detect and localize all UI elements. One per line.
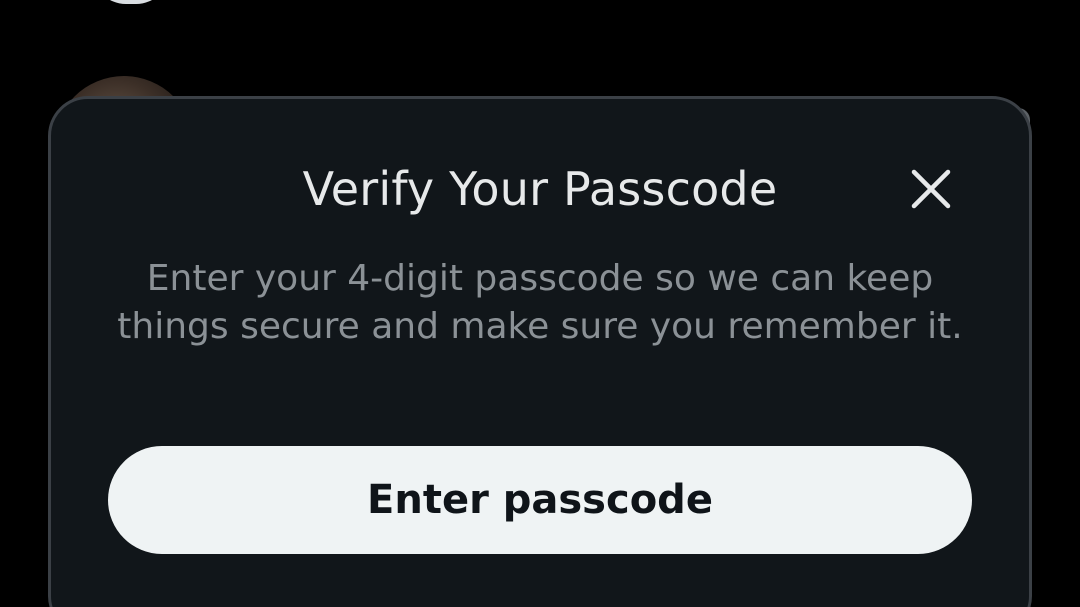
enter-passcode-button[interactable]: Enter passcode: [108, 446, 972, 554]
verify-passcode-dialog: Verify Your Passcode Enter your 4-digit …: [48, 96, 1032, 607]
dialog-description: Enter your 4-digit passcode so we can ke…: [117, 258, 963, 347]
dialog-title: Verify Your Passcode: [302, 162, 778, 216]
close-icon: [911, 169, 951, 209]
close-button[interactable]: [903, 161, 959, 217]
background-avatar-partial: [92, 0, 170, 4]
screen: Verify Your Passcode Enter your 4-digit …: [0, 0, 1080, 607]
